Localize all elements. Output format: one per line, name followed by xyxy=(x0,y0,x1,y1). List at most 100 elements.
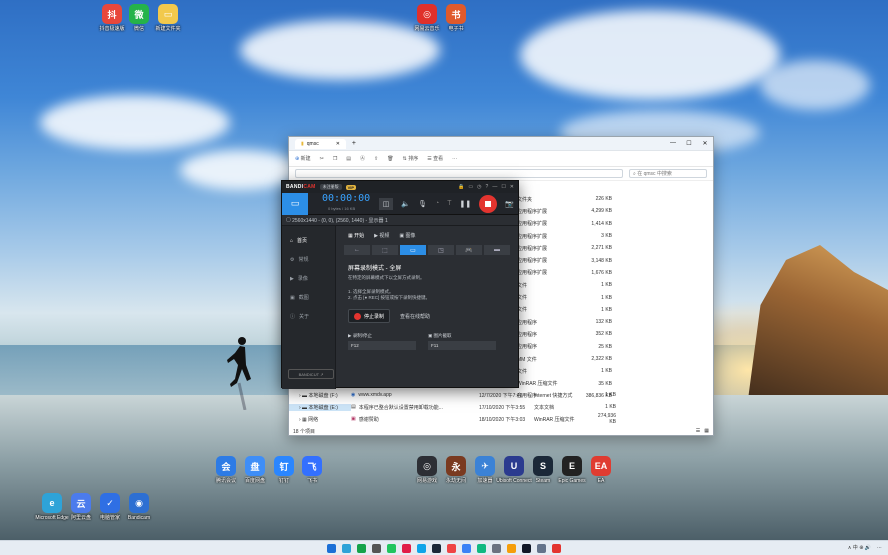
bandicam-window[interactable]: BANDICAM 未注册版 VIP 🔒 ▭ ◷ ? — ☐ ✕ ▭ 00:00:… xyxy=(281,180,519,389)
table-row[interactable]: MM 文件 2,322 KB xyxy=(517,353,707,365)
online-help-link[interactable]: 查看在线帮助 xyxy=(400,313,430,320)
table-row[interactable]: 应用程序扩展 1,676 KB xyxy=(517,267,707,279)
table-row[interactable]: 文件 1 KB xyxy=(517,279,707,291)
taskbar-app-icon[interactable] xyxy=(552,543,561,553)
clock-icon[interactable]: ◷ xyxy=(477,184,481,190)
taskbar-app-icon[interactable] xyxy=(492,543,501,553)
tab-video[interactable]: ▶ 视频 xyxy=(374,232,389,239)
taskbar-app-icon[interactable] xyxy=(402,543,411,553)
stop-record-button[interactable] xyxy=(479,194,498,213)
taskbar-app-icon[interactable] xyxy=(417,543,426,553)
delete-icon[interactable]: 🗑 xyxy=(387,156,393,162)
address-bar[interactable] xyxy=(295,169,623,178)
desktop-icon-folder[interactable]: ▭ 新建文件夹 xyxy=(148,4,188,32)
clock[interactable]: ⋯ xyxy=(877,545,882,551)
taskbar-app-icon[interactable] xyxy=(462,543,471,553)
system-tray[interactable]: ∧ 中 ⊕ 🔊 ⋯ xyxy=(848,544,882,552)
minimize-icon[interactable]: — xyxy=(492,184,497,190)
vip-badge[interactable]: VIP xyxy=(345,184,357,190)
sidebar-item-general[interactable]: ⚙ 常规 xyxy=(282,250,335,269)
bandicam-titlebar[interactable]: BANDICAM 未注册版 VIP 🔒 ▭ ◷ ? — ☐ ✕ xyxy=(282,181,518,193)
table-row[interactable]: 应用程序扩展 1,414 KB xyxy=(517,218,707,230)
close-icon[interactable]: ✕ xyxy=(336,141,340,147)
table-row[interactable]: 文件 1 KB xyxy=(517,365,707,377)
text-icon[interactable]: T xyxy=(447,200,451,207)
maximize-icon[interactable]: ☐ xyxy=(681,140,697,147)
microphone-icon[interactable]: 🎙 xyxy=(418,200,427,208)
copy-icon[interactable]: ❐ xyxy=(333,156,337,162)
stop-recording-button[interactable]: 停止录制 xyxy=(348,309,391,323)
pause-icon[interactable]: ❚❚ xyxy=(460,200,472,208)
fullscreen-mode-icon[interactable]: ▭ xyxy=(400,245,426,255)
table-row[interactable]: › ▬ 本地磁盘 (F:) ◉ www.xmdv.app 12/7/2020 下午… xyxy=(289,389,715,401)
taskbar-app-icon[interactable] xyxy=(372,543,381,553)
maximize-icon[interactable]: ☐ xyxy=(501,184,505,190)
nav-item-network[interactable]: › ▦ 网络 xyxy=(289,416,351,423)
table-row[interactable]: 应用程序扩展 3 KB xyxy=(517,230,707,242)
sidebar-item-home[interactable]: ⌂ 首页 xyxy=(282,231,335,250)
table-row[interactable]: 应用程序扩展 3,148 KB xyxy=(517,254,707,266)
device-mode-icon[interactable]: ◳ xyxy=(428,245,454,255)
help-icon[interactable]: ? xyxy=(486,184,489,190)
table-row[interactable]: 文件 1 KB xyxy=(517,304,707,316)
taskbar-app-icon[interactable] xyxy=(522,543,531,553)
search-input[interactable]: ⌕ 在 qmsc 中搜索 xyxy=(629,169,707,178)
table-row[interactable]: 文件夹 226 KB xyxy=(517,193,707,205)
lock-icon[interactable]: 🔒 xyxy=(458,184,464,190)
new-tab-icon[interactable]: + xyxy=(352,140,356,147)
hdmi-mode-icon[interactable]: ▬ xyxy=(484,245,510,255)
table-row[interactable]: 应用程序 352 KB xyxy=(517,328,707,340)
share-icon[interactable]: ⇪ xyxy=(374,156,378,162)
desktop-icon-feishu[interactable]: 飞 飞书 xyxy=(292,456,332,484)
rectangle-mode-icon[interactable]: ⬚ xyxy=(372,245,398,255)
nav-item-drive-e[interactable]: › ▬ 本地磁盘 (E:) xyxy=(289,403,351,411)
table-row[interactable]: 文件 1 KB xyxy=(517,291,707,303)
nav-item-drive-f[interactable]: › ▬ 本地磁盘 (F:) xyxy=(289,392,351,399)
taskbar-app-icon[interactable] xyxy=(477,543,486,553)
hotkey-record-field[interactable]: F12 xyxy=(348,341,416,350)
back-icon[interactable]: ← xyxy=(344,245,370,255)
table-row[interactable]: 应用程序 25 KB xyxy=(517,341,707,353)
taskbar-app-icon[interactable] xyxy=(447,543,456,553)
edition-badge[interactable]: 未注册版 xyxy=(319,184,342,190)
sidebar-item-image[interactable]: ▣ 截图 xyxy=(282,288,335,307)
table-row[interactable]: › ▬ 本地磁盘 (E:) ▤ 本程序已整合默认设置禁用卸载功能... 17/10… xyxy=(289,401,715,413)
taskbar-app-icon[interactable] xyxy=(357,543,366,553)
tab-image[interactable]: ▣ 图像 xyxy=(399,232,415,239)
desktop-icon-bandicam[interactable]: ◉ Bandicam xyxy=(119,493,159,521)
hotkey-capture-field[interactable]: F11 xyxy=(428,341,496,350)
rename-icon[interactable]: Ⓐ xyxy=(360,155,365,162)
folder-icon[interactable]: ▭ xyxy=(468,184,473,190)
taskbar-app-icon[interactable] xyxy=(432,543,441,553)
start-icon[interactable] xyxy=(327,543,336,553)
explorer-tab[interactable]: ▮ qmsc ✕ xyxy=(295,138,346,149)
tiles-view-icon[interactable]: ▦ xyxy=(704,428,709,434)
sidebar-item-video[interactable]: ▶ 录像 xyxy=(282,269,335,288)
speaker-icon[interactable]: 🔈 xyxy=(401,200,410,208)
webcam-icon[interactable]: ◫ xyxy=(378,197,394,210)
table-row[interactable]: WinRAR 压缩文件 35 KB xyxy=(517,377,707,389)
table-row[interactable]: › ▦ 网络 ▣ 感谢赞助 18/10/2020 下午3:03 WinRAR 压缩… xyxy=(289,413,715,425)
sidebar-item-about[interactable]: ⓘ 关于 xyxy=(282,307,335,326)
taskbar-app-icon[interactable] xyxy=(342,543,351,553)
explorer-titlebar[interactable]: ▮ qmsc ✕ + — ☐ ✕ xyxy=(289,137,713,151)
close-icon[interactable]: ✕ xyxy=(697,140,713,147)
desktop-icon-ebook[interactable]: 书 电子书 xyxy=(436,4,476,32)
taskbar-app-icon[interactable] xyxy=(507,543,516,553)
minimize-icon[interactable]: — xyxy=(665,140,681,147)
desktop-icon-ea[interactable]: EA EA xyxy=(581,456,621,484)
screen-mode-button[interactable]: ▭ xyxy=(282,192,308,215)
table-row[interactable]: 应用程序 132 KB xyxy=(517,316,707,328)
more-button[interactable]: ··· xyxy=(452,156,457,162)
tray-icons[interactable]: ∧ 中 ⊕ 🔊 xyxy=(848,544,871,551)
mouse-icon[interactable]: ◔ xyxy=(435,200,439,207)
table-row[interactable]: 应用程序扩展 4,299 KB xyxy=(517,205,707,217)
taskbar-app-icon[interactable] xyxy=(537,543,546,553)
sort-button[interactable]: ⇅ 排序 xyxy=(403,155,419,162)
game-mode-icon[interactable]: 🎮 xyxy=(456,245,482,255)
camera-icon[interactable]: 📷 xyxy=(505,200,514,208)
new-button[interactable]: ⊕ 新建 xyxy=(295,155,311,162)
cut-icon[interactable]: ✂ xyxy=(320,156,324,162)
tab-start[interactable]: ▦ 开始 xyxy=(348,232,364,239)
view-button[interactable]: ☰ 查看 xyxy=(427,155,443,162)
